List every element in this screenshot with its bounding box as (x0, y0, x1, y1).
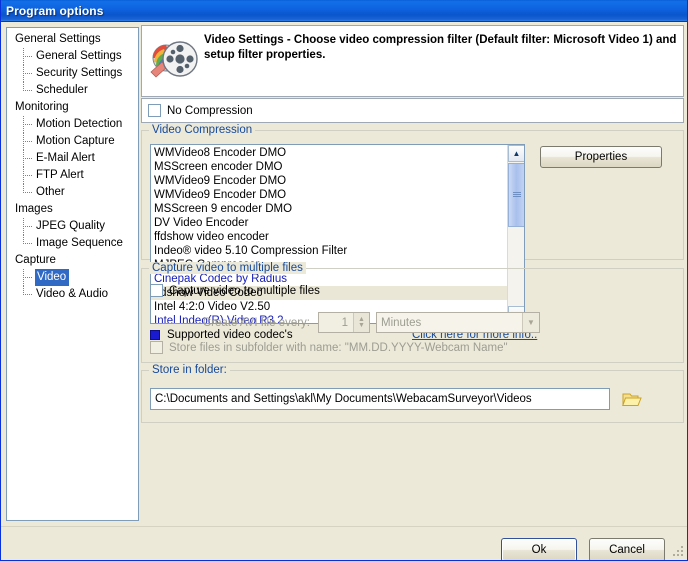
sidebar-item-label: Motion Capture (36, 135, 115, 147)
tree-connector-icon (21, 269, 35, 286)
settings-tree[interactable]: General Settings General Settings Security… (6, 27, 139, 521)
tree-connector-icon (21, 65, 35, 82)
ok-button[interactable]: Ok (501, 538, 577, 560)
sidebar-item-scheduler[interactable]: Scheduler (7, 82, 138, 99)
sidebar-item-ftp-alert[interactable]: FTP Alert (7, 167, 138, 184)
avi-interval-value: 1 (341, 316, 348, 329)
scrollbar-grip-icon (513, 192, 521, 198)
tree-connector-icon (21, 116, 35, 133)
sidebar-item-label: Security Settings (36, 67, 123, 79)
sidebar-item-jpeg-quality[interactable]: JPEG Quality (7, 218, 138, 235)
store-folder-legend: Store in folder: (149, 364, 230, 376)
footer-divider (1, 526, 687, 527)
tree-connector-icon (21, 218, 35, 235)
sidebar-item-label: Capture (15, 254, 56, 266)
no-compression-checkbox[interactable] (148, 104, 161, 117)
dialog-client-area: General Settings General Settings Security… (1, 22, 687, 560)
codec-list-item[interactable]: ffdshow video encoder (151, 230, 507, 244)
codec-list-item[interactable]: WMVideo9 Encoder DMO (151, 188, 507, 202)
sidebar-item-video[interactable]: Video (7, 269, 138, 286)
header-description: Video Settings - Choose video compressio… (204, 34, 677, 61)
tree-connector-icon (21, 235, 35, 252)
scrollbar-thumb[interactable] (508, 163, 524, 227)
capture-multiple-files-checkbox[interactable] (150, 284, 163, 297)
capture-multiple-files-label: Capture video to multiple files (169, 284, 320, 297)
sidebar-item-motion-detection[interactable]: Motion Detection (7, 116, 138, 133)
codec-list-item[interactable]: MSScreen 9 encoder DMO (151, 202, 507, 216)
header-banner: Video Settings - Choose video compressio… (141, 25, 684, 97)
codec-list-item[interactable]: Indeo® video 5.10 Compression Filter (151, 244, 507, 258)
subfolder-row[interactable]: Store files in subfolder with name: "MM.… (150, 341, 508, 354)
sidebar-item-label: General Settings (15, 33, 101, 45)
cancel-button[interactable]: Cancel (589, 538, 665, 560)
tree-connector-icon (21, 286, 35, 303)
sidebar-item-label: Motion Detection (36, 118, 123, 130)
sidebar-item-label: Video (35, 269, 70, 286)
avi-interval-stepper[interactable]: 1 ▲ ▼ (318, 312, 370, 333)
resize-grip[interactable] (671, 544, 685, 558)
tree-connector-icon (21, 48, 35, 65)
stepper-down-icon: ▼ (358, 321, 365, 329)
sidebar-item-general-settings[interactable]: General Settings (7, 31, 138, 48)
chevron-up-icon: ▲ (512, 148, 521, 158)
tree-connector-icon (21, 82, 35, 99)
codec-list-item[interactable]: WMVideo8 Encoder DMO (151, 146, 507, 160)
sidebar-item-label: JPEG Quality (36, 220, 106, 232)
codec-list-item[interactable]: DV Video Encoder (151, 216, 507, 230)
sidebar-item-general-settings[interactable]: General Settings (7, 48, 138, 65)
window-title: Program options (6, 3, 104, 18)
chevron-down-icon[interactable]: ▼ (522, 313, 539, 332)
no-compression-label: No Compression (167, 104, 253, 117)
title-bar: Program options (1, 0, 687, 22)
capture-multiple-files-row[interactable]: Capture video to multiple files (150, 284, 320, 297)
tree-connector-icon (21, 133, 35, 150)
subfolder-label: Store files in subfolder with name: "MM.… (169, 341, 508, 354)
video-compression-legend: Video Compression (149, 124, 256, 136)
store-folder-input[interactable]: C:\Documents and Settings\akl\My Documen… (150, 388, 610, 410)
codec-list-item[interactable]: WMVideo9 Encoder DMO (151, 174, 507, 188)
open-folder-icon (622, 393, 642, 406)
sidebar-item-capture[interactable]: Capture (7, 252, 138, 269)
tree-connector-icon (21, 150, 35, 167)
stepper-buttons[interactable]: ▲ ▼ (353, 313, 369, 332)
avi-interval-unit-select[interactable]: Minutes ▼ (376, 312, 540, 333)
film-reel-icon (148, 32, 200, 84)
tree-connector-icon (21, 167, 35, 184)
scroll-up-button[interactable]: ▲ (508, 145, 524, 162)
store-folder-group: Store in folder: C:\Documents and Settin… (141, 364, 684, 423)
right-pane: Video Settings - Choose video compressio… (141, 25, 684, 521)
sidebar-item-other[interactable]: Other (7, 184, 138, 201)
no-compression-row[interactable]: No Compression (141, 98, 684, 123)
program-options-window: Program options General Settings General … (0, 0, 688, 561)
avi-interval-row: Create AVI file every: 1 ▲ ▼ Minutes ▼ (150, 312, 540, 333)
sidebar-item-images[interactable]: Images (7, 201, 138, 218)
sidebar-item-label: General Settings (36, 50, 122, 62)
sidebar-item-monitoring[interactable]: Monitoring (7, 99, 138, 116)
sidebar-item-video-audio[interactable]: Video & Audio (7, 286, 138, 303)
sidebar-item-label: Scheduler (36, 84, 88, 96)
video-compression-group: Video Compression WMVideo8 Encoder DMO MS… (141, 124, 684, 341)
browse-folder-button[interactable] (620, 388, 644, 410)
multiple-files-group: Capture video to multiple files Capture … (141, 262, 684, 363)
avi-interval-label: Create AVI file every: (202, 316, 310, 329)
sidebar-item-label: FTP Alert (36, 169, 84, 181)
avi-interval-unit-value: Minutes (381, 316, 422, 329)
properties-button[interactable]: Properties (540, 146, 662, 168)
codec-list-item[interactable]: MSScreen encoder DMO (151, 160, 507, 174)
sidebar-item-label: E-Mail Alert (36, 152, 95, 164)
subfolder-checkbox[interactable] (150, 341, 163, 354)
sidebar-item-label: Monitoring (15, 101, 69, 113)
sidebar-item-e-mail-alert[interactable]: E-Mail Alert (7, 150, 138, 167)
sidebar-item-label: Video & Audio (36, 288, 109, 300)
sidebar-item-motion-capture[interactable]: Motion Capture (7, 133, 138, 150)
tree-connector-icon (21, 184, 35, 201)
multiple-files-legend: Capture video to multiple files (149, 262, 306, 274)
sidebar-item-security-settings[interactable]: Security Settings (7, 65, 138, 82)
sidebar-item-image-sequence[interactable]: Image Sequence (7, 235, 138, 252)
sidebar-item-label: Image Sequence (36, 237, 123, 249)
sidebar-item-label: Other (36, 186, 65, 198)
sidebar-item-label: Images (15, 203, 53, 215)
